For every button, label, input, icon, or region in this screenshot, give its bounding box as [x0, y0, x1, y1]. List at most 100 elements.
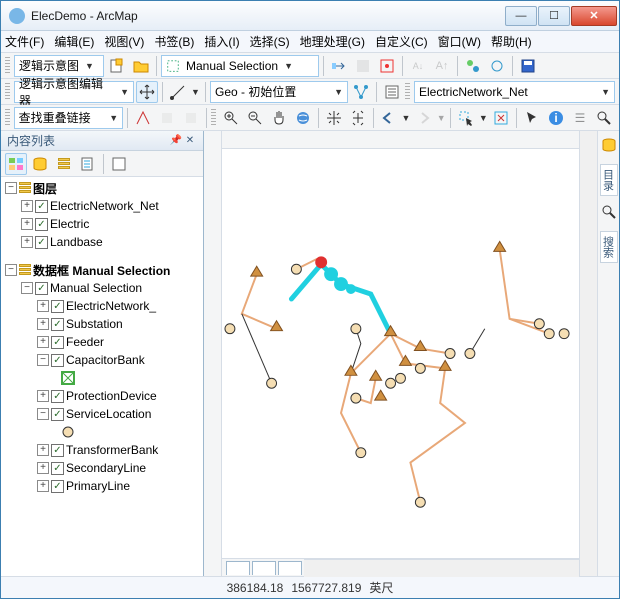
save-diagram-button[interactable] [517, 55, 539, 77]
tree-node[interactable]: +✓ProtectionDevice [1, 387, 203, 405]
pointer-button[interactable] [521, 107, 543, 129]
tree-node[interactable]: −✓ServiceLocation [1, 405, 203, 423]
map-canvas[interactable] [222, 149, 579, 558]
list-by-visibility-button[interactable] [53, 153, 75, 175]
checkbox[interactable]: ✓ [35, 200, 48, 213]
new-diagram-button[interactable] [106, 55, 128, 77]
search-icon[interactable] [601, 204, 617, 223]
refresh-tab[interactable] [278, 561, 302, 575]
zoom-next-button[interactable] [347, 107, 369, 129]
open-diagram-button[interactable] [130, 55, 152, 77]
menu-geoprocessing[interactable]: 地理处理(G) [300, 33, 365, 50]
scrollbar-horizontal[interactable] [304, 559, 579, 577]
collapse-icon[interactable]: − [5, 182, 17, 194]
toc-tree[interactable]: − 图层 +✓ElectricNetwork_Net +✓Electric +✓… [1, 177, 203, 576]
layer-label: SecondaryLine [66, 461, 146, 475]
expand-icon[interactable]: + [21, 218, 33, 230]
tree-node[interactable]: +✓Substation [1, 315, 203, 333]
menu-window[interactable]: 窗口(W) [438, 33, 481, 50]
list-by-selection-button[interactable] [77, 153, 99, 175]
tree-node[interactable]: +✓Electric [1, 215, 203, 233]
full-extent-button[interactable] [292, 107, 314, 129]
scrollbar-vertical[interactable] [579, 131, 597, 576]
identify-button[interactable]: i [545, 107, 567, 129]
edge-tool-button[interactable] [167, 81, 189, 103]
catalog-tab[interactable]: 目录 [600, 164, 618, 196]
menu-bookmark[interactable]: 书签(B) [154, 33, 194, 50]
collapse-icon[interactable]: − [21, 282, 33, 294]
menu-view[interactable]: 视图(V) [104, 33, 144, 50]
list-by-source-button[interactable] [29, 153, 51, 175]
tree-node[interactable]: +✓Landbase [1, 233, 203, 251]
options-button[interactable] [108, 153, 130, 175]
tree-node[interactable]: +✓ElectricNetwork_ [1, 297, 203, 315]
tree-node-dataframe[interactable]: − 数据框 Manual Selection [1, 261, 203, 279]
data-view-tab[interactable] [226, 561, 250, 575]
layer-label: PrimaryLine [66, 479, 130, 493]
editor-dropdown[interactable]: 逻辑示意图编辑器 ▼ [14, 81, 134, 103]
titlebar[interactable]: ElecDemo - ArcMap — ☐ ✕ [1, 1, 619, 31]
checkbox[interactable]: ✓ [35, 282, 48, 295]
apply-layout-button[interactable] [350, 81, 372, 103]
search-tab[interactable]: 搜索 [600, 231, 618, 263]
pan-button[interactable] [268, 107, 290, 129]
find-overlap-combo[interactable]: 查找重叠链接 ▼ [14, 107, 124, 129]
selection-mode-combo[interactable]: Manual Selection ▼ [161, 55, 319, 77]
expand-icon[interactable]: + [21, 236, 33, 248]
tool-b-button[interactable] [376, 55, 398, 77]
close-button[interactable]: ✕ [571, 6, 617, 26]
toolbar-grip[interactable] [5, 57, 10, 75]
collapse-icon[interactable]: − [5, 264, 17, 276]
layer-label: ElectricNetwork_Net [50, 199, 159, 213]
geo-position-combo[interactable]: Geo - 初始位置 ▼ [210, 81, 348, 103]
sidebar-right: 目录 搜索 [597, 131, 619, 576]
toolbar-grip[interactable] [211, 109, 216, 127]
layout-view-tab[interactable] [252, 561, 276, 575]
toolbar-grip[interactable] [5, 83, 10, 101]
maximize-button[interactable]: ☐ [538, 6, 570, 26]
find-button[interactable] [593, 107, 615, 129]
clear-selection-button[interactable] [490, 107, 512, 129]
tree-node[interactable]: +✓SecondaryLine [1, 459, 203, 477]
back-button[interactable] [377, 107, 399, 129]
toc-header[interactable]: 内容列表 📌 ✕ [1, 131, 203, 151]
close-panel-icon[interactable]: ✕ [183, 134, 197, 148]
expand-icon[interactable]: + [21, 200, 33, 212]
select-features-button[interactable] [455, 107, 477, 129]
list-by-drawing-button[interactable] [5, 153, 27, 175]
tree-node[interactable]: +✓TransformerBank [1, 441, 203, 459]
pin-icon[interactable]: 📌 [169, 134, 183, 148]
tree-node[interactable]: +✓PrimaryLine [1, 477, 203, 495]
layers-label: 图层 [33, 180, 57, 197]
checkbox[interactable]: ✓ [35, 236, 48, 249]
menu-file[interactable]: 文件(F) [5, 33, 44, 50]
toolbar-grip[interactable] [5, 109, 10, 127]
move-tool-button[interactable] [136, 81, 158, 103]
tree-node-layers[interactable]: − 图层 [1, 179, 203, 197]
menu-insert[interactable]: 插入(I) [204, 33, 239, 50]
menu-customize[interactable]: 自定义(C) [375, 33, 428, 50]
propagate-button[interactable] [328, 55, 350, 77]
zoom-prev-button[interactable] [323, 107, 345, 129]
layout-props-button[interactable] [381, 81, 403, 103]
schematic-dropdown[interactable]: 逻辑示意图 ▼ [14, 55, 104, 77]
menu-help[interactable]: 帮助(H) [491, 33, 532, 50]
trace-button[interactable] [132, 107, 154, 129]
catalog-icon[interactable] [601, 137, 617, 156]
tool-c-button[interactable] [462, 55, 484, 77]
tool-e-button [156, 107, 178, 129]
zoom-out-button[interactable] [244, 107, 266, 129]
tree-node[interactable]: −✓CapacitorBank [1, 351, 203, 369]
zoom-in-button[interactable] [220, 107, 242, 129]
tool-d-button[interactable] [486, 55, 508, 77]
menu-edit[interactable]: 编辑(E) [54, 33, 94, 50]
tree-node[interactable]: +✓ElectricNetwork_Net [1, 197, 203, 215]
menu-select[interactable]: 选择(S) [250, 33, 290, 50]
tree-node[interactable]: +✓Feeder [1, 333, 203, 351]
toolbar-grip[interactable] [405, 83, 410, 101]
tree-node-ms[interactable]: − ✓ Manual Selection [1, 279, 203, 297]
minimize-button[interactable]: — [505, 6, 537, 26]
checkbox[interactable]: ✓ [35, 218, 48, 231]
tool-a-button [352, 55, 374, 77]
network-combo[interactable]: ElectricNetwork_Net ▼ [414, 81, 615, 103]
